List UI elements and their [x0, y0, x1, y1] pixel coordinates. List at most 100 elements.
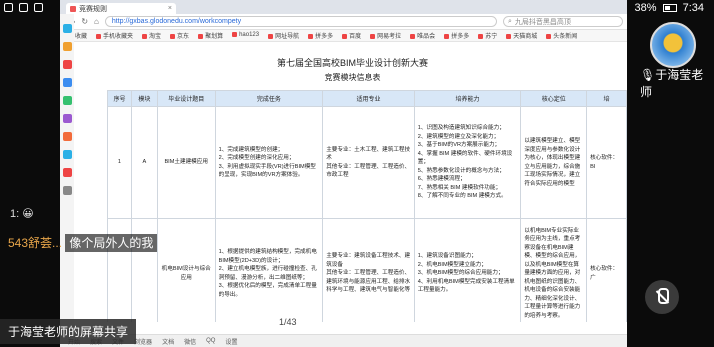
bookmark-item[interactable]: 拼多多 — [308, 31, 333, 40]
bookmark-item[interactable]: 京东 — [170, 31, 189, 40]
cell-core: 以机电BIM专业实际业务应用为主线，重点考察设备在机电BIM建模、模型的综合应用… — [520, 218, 588, 322]
presenter-label: 🎙于海莹老师 — [640, 66, 714, 100]
bookmark-label: 手机收藏夹 — [103, 34, 134, 40]
table-row: 1 A BIM土建建模应用 1、完成建筑模型的创建； 2、完成模型创建的深化应用… — [107, 106, 627, 219]
bookmark-item[interactable]: 淘宝 — [142, 31, 161, 40]
bookmark-icon — [308, 33, 314, 39]
taskbar-item[interactable]: 设置 — [225, 337, 237, 346]
sidebar-app-icon[interactable] — [62, 42, 72, 51]
column-header: 模块 — [130, 90, 158, 107]
bookmark-item[interactable]: 手机收藏夹 — [96, 31, 133, 40]
bookmark-icon — [342, 33, 348, 39]
document-viewer: 第七届全国高校BIM毕业设计创新大赛 竞赛模块信息表 序号 模块 毕业设计题目 完成任… — [78, 42, 627, 322]
bookmark-icon — [170, 33, 176, 39]
bookmark-item[interactable]: 网易考拉 — [370, 31, 401, 40]
bookmark-label: 收藏 — [75, 34, 88, 40]
sidebar-app-icon[interactable] — [62, 186, 72, 195]
bookmark-item[interactable]: 头条新闻 — [546, 31, 577, 40]
bookmark-label: 拼多多 — [451, 34, 470, 40]
bookmark-item[interactable]: 唯品会 — [410, 31, 435, 40]
bookmark-label: 头条新闻 — [553, 34, 578, 40]
refresh-icon[interactable]: ↻ — [81, 17, 88, 26]
sidebar-app-icon[interactable] — [62, 60, 72, 69]
bookmark-icon — [478, 33, 484, 39]
battery-icon — [662, 4, 677, 12]
status-bar: 38% 7:34 — [0, 0, 714, 18]
bookmark-icon — [546, 33, 552, 39]
sidebar-app-icon[interactable] — [62, 150, 72, 159]
bookmark-label: 网易考拉 — [377, 34, 402, 40]
table-header-row: 序号 模块 毕业设计题目 完成任务 适用专业 培养能力 核心定位培 — [107, 90, 627, 107]
cell-no: 1 — [107, 106, 132, 219]
home-icon[interactable]: ⌂ — [94, 17, 99, 26]
cell-topic: 机电BIM设计与综合应用 — [156, 218, 216, 322]
bookmark-icon — [198, 33, 204, 39]
bookmark-item[interactable]: 聚划算 — [198, 31, 223, 40]
module-table: 序号 模块 毕业设计题目 完成任务 适用专业 培养能力 核心定位培 1 A BIM土建建模应… — [107, 90, 627, 322]
taskbar: 开始搜索文件浏览器文档微信QQ设置 — [60, 334, 627, 347]
sidebar-app-icon[interactable] — [62, 168, 72, 177]
mic-off-button[interactable] — [645, 280, 679, 314]
chat-line: 1: 😀 — [10, 208, 34, 220]
cell-core: 以建筑模型建立、模型深度应用与参数化设计为核心，体现出模型建立与应用能力，综合施… — [520, 106, 588, 219]
cell-abilities: 1、建筑设备识图能力； 2、机电BIM模型建立能力； 3、机电BIM模型的综合应… — [413, 218, 522, 322]
battery-percent: 38% — [634, 2, 657, 14]
sidebar-app-icon[interactable] — [62, 96, 72, 105]
taskbar-item[interactable]: 微信 — [184, 337, 196, 346]
bookmark-label: 网址导航 — [275, 34, 300, 40]
taskbar-item[interactable]: 浏览器 — [134, 337, 152, 346]
screen-share-caption: 于海莹老师的屏幕共享 — [0, 319, 137, 344]
sidebar-app-icon[interactable] — [62, 132, 72, 141]
bookmark-icon — [370, 33, 376, 39]
search-placeholder: 九局抖音黑昌高顶 — [514, 18, 571, 26]
presenter-avatar[interactable] — [650, 22, 696, 68]
taskbar-item[interactable]: QQ — [206, 338, 215, 344]
shared-screen: 竞赛规则 × ‹ › ↻ ⌂ http://gxbas.glodonedu.co… — [60, 0, 627, 347]
column-header: 完成任务 — [214, 90, 324, 107]
bookmark-item[interactable]: hao123 — [232, 32, 260, 39]
bookmark-icon — [444, 33, 450, 39]
bookmark-label: 天猫商城 — [513, 34, 538, 40]
column-header: 培 — [586, 90, 627, 107]
sim-icon — [19, 3, 28, 12]
bookmark-item[interactable]: 拼多多 — [444, 31, 469, 40]
taskbar-item[interactable]: 文档 — [162, 337, 174, 346]
sidebar-app-icon[interactable] — [62, 24, 72, 33]
cell-abilities: 1、识图及构造建筑知识综合能力； 2、建筑模型的建立及深化能力； 3、基于BIM… — [413, 106, 522, 219]
cell-tasks: 1、根据提供的建筑结构模型，完成机电BIM模型(2D+3D)的设计； 2、建立机… — [214, 218, 324, 322]
mic-on-icon: 🎙 — [640, 68, 656, 82]
notification-icon — [4, 3, 13, 12]
status-right: 38% 7:34 — [635, 2, 704, 14]
bookmark-item[interactable]: 百度 — [342, 31, 361, 40]
bookmark-icon — [96, 33, 102, 39]
table-row: 机电BIM设计与综合应用 1、根据提供的建筑结构模型，完成机电BIM模型(2D+… — [107, 218, 627, 322]
bookmark-label: 苏宁 — [485, 34, 498, 40]
clock: 7:34 — [682, 2, 704, 14]
column-header: 序号 — [107, 90, 132, 107]
bookmarks-bar: 收藏 手机收藏夹 淘宝 京东 聚划算 hao123 网址导航 拼多多 百度 网易考拉 唯品会 拼多多 苏… — [60, 30, 627, 42]
bookmark-icon — [142, 33, 148, 39]
bookmark-icon — [410, 33, 416, 39]
bookmark-item[interactable]: 天猫商城 — [506, 31, 537, 40]
sidebar-app-icon[interactable] — [62, 78, 72, 87]
chat-text: 像个局外人的我 — [65, 234, 158, 252]
chat-user: 543舒荟... — [8, 236, 63, 250]
bookmark-label: 拼多多 — [315, 34, 334, 40]
status-left-icons — [4, 3, 43, 12]
column-header: 适用专业 — [322, 90, 415, 107]
cell-module: A — [130, 106, 158, 219]
search-icon: ⌕ — [508, 17, 512, 25]
bookmark-label: 京东 — [177, 34, 190, 40]
bookmark-item[interactable]: 苏宁 — [478, 31, 497, 40]
bookmark-label: hao123 — [239, 32, 260, 39]
cell-tasks: 1、完成建筑模型的创建； 2、完成模型创建的深化应用； 3、利用虚拟现实手段(V… — [214, 106, 324, 219]
chat-message: 543舒荟... 像个局外人的我 — [8, 234, 158, 252]
wifi-icon — [34, 3, 43, 12]
bookmark-label: 百度 — [349, 34, 362, 40]
column-header: 培养能力 — [413, 90, 522, 107]
bookmark-label: 淘宝 — [149, 34, 162, 40]
sidebar-app-icon[interactable] — [62, 114, 72, 123]
bookmark-item[interactable]: 网址导航 — [268, 31, 299, 40]
cell-majors: 主要专业：土木工程、建筑工程技术 其他专业：工程管理、工程造价、市政工程 — [322, 106, 415, 219]
bookmark-icon — [268, 33, 274, 39]
